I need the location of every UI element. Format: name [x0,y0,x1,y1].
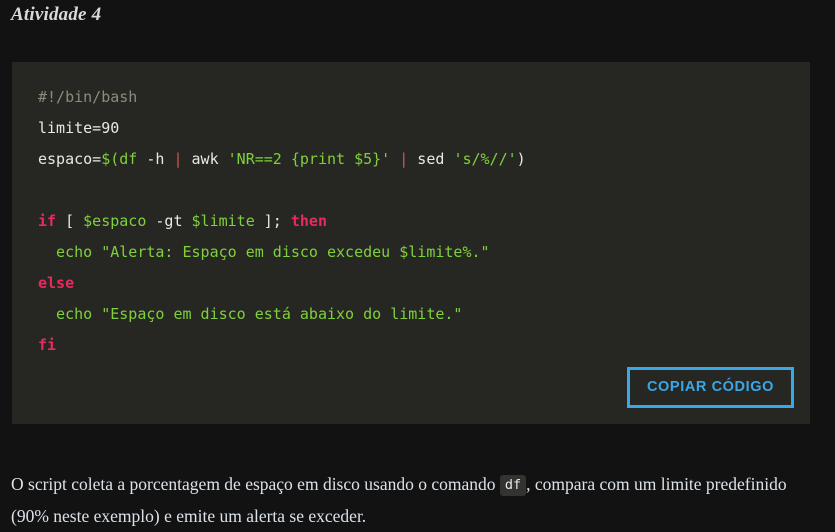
copy-code-button[interactable]: COPIAR CÓDIGO [626,367,794,408]
code-token: -gt [146,212,192,230]
code-line: fi [38,330,794,361]
code-token: | [399,150,409,168]
code-token: #!/bin/bash [38,88,138,106]
description-text-before: O script coleta a porcentagem de espaço … [11,473,500,494]
code-line: limite=90 [38,113,794,144]
code-token: df [119,150,138,168]
code-line [38,175,794,206]
page-root: Atividade 4 #!/bin/bash limite=90 espaco=$… [0,0,835,526]
code-token: "Alerta: Espaço em disco excedeu $limite… [101,243,490,261]
code-token: "Espaço em disco está abaixo do limite." [101,305,463,323]
code-token: $limite [191,212,255,230]
code-line: else [38,268,794,299]
code-token: limite=90 [38,119,120,137]
code-token: | [173,150,183,168]
copy-button-row: COPIAR CÓDIGO [28,367,794,408]
code-token: then [290,212,327,230]
code-token: if [38,212,57,230]
code-token: espaco= [38,150,102,168]
code-token: fi [38,336,57,354]
code-token: [ [56,212,84,230]
code-block: #!/bin/bash limite=90 espaco=$(df -h | awk… [12,62,810,424]
code-token: $espaco [83,212,147,230]
code-content[interactable]: #!/bin/bash limite=90 espaco=$(df -h | awk… [28,82,794,361]
code-line: echo "Espaço em disco está abaixo do lim… [38,299,794,330]
code-token: sed [408,150,454,168]
code-token: 's/%//' [453,150,517,168]
code-token: echo [38,305,102,323]
description-paragraph: O script coleta a porcentagem de espaço … [11,469,811,532]
code-token: 'NR==2 {print $5}' [227,150,391,168]
code-line: if [ $espaco -gt $limite ]; then [38,206,794,237]
code-token: else [38,274,75,292]
code-line: echo "Alerta: Espaço em disco excedeu $l… [38,237,794,268]
code-token: awk [182,150,228,168]
code-token: ]; [254,212,291,230]
code-token: ) [516,150,526,168]
page-title: Atividade 4 [11,4,102,25]
code-token: -h [137,150,174,168]
code-token: echo [38,243,102,261]
code-line: #!/bin/bash [38,82,794,113]
code-token: $( [101,150,120,168]
inline-code-df: df [499,474,527,496]
code-line: espaco=$(df -h | awk 'NR==2 {print $5}' … [38,144,794,175]
